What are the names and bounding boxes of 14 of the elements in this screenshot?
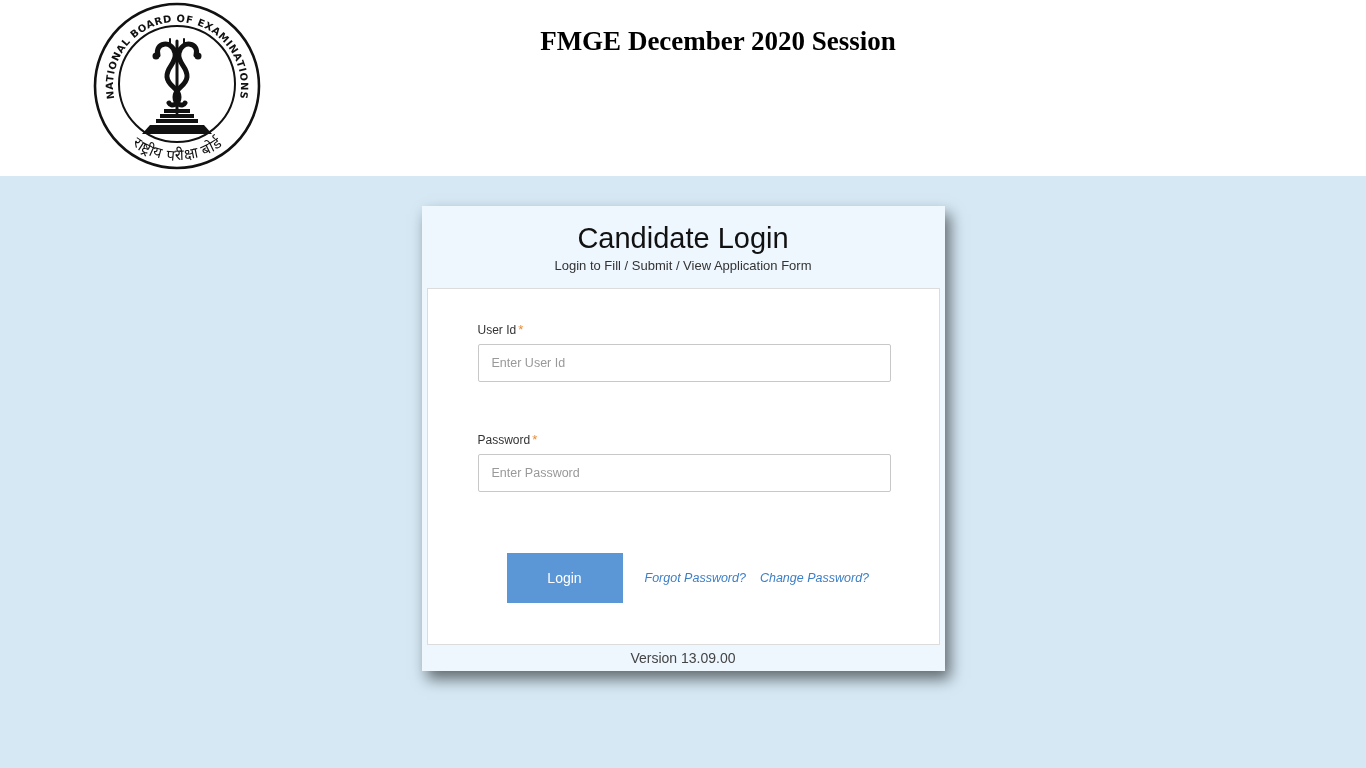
input-field[interactable]: Enter User Id xyxy=(477,344,891,382)
card-subtitle: Login to Fill / Submit / View Application Form xyxy=(554,257,812,275)
change-password-link[interactable]: Change Password? xyxy=(759,571,870,585)
page-title: FMGE December 2020 Session xyxy=(540,25,896,58)
required-asterisk: * xyxy=(518,322,524,338)
version-text: Version 13.09.00 xyxy=(630,649,736,667)
field-label: Password xyxy=(477,432,531,448)
field-label: User Id xyxy=(477,322,517,338)
login-button[interactable]: Login xyxy=(506,553,623,603)
required-asterisk: * xyxy=(532,432,538,448)
forgot-password-link[interactable]: Forgot Password? xyxy=(644,571,746,585)
input-field[interactable]: Enter Password xyxy=(477,454,891,492)
emblem-text: राष्ट्रीय परीक्षा बोर्ड xyxy=(129,133,225,165)
card-title: Candidate Login xyxy=(577,221,789,255)
